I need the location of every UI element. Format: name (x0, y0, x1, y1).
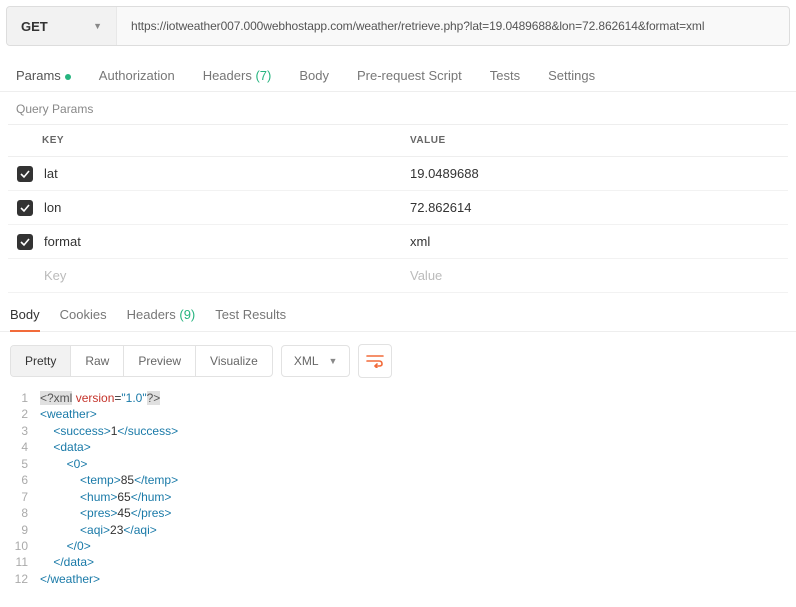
chevron-down-icon: ▼ (329, 356, 338, 366)
line-number: 8 (10, 505, 40, 521)
response-toolbar: Pretty Raw Preview Visualize XML ▼ (0, 332, 796, 390)
line-content: <weather> (40, 406, 97, 422)
resp-tab-headers[interactable]: Headers (9) (127, 307, 196, 331)
url-text: https://iotweather007.000webhostapp.com/… (131, 19, 704, 33)
code-line: 11 </data> (10, 554, 786, 570)
checkbox[interactable] (17, 166, 33, 182)
resp-tab-body[interactable]: Body (10, 307, 40, 332)
view-raw[interactable]: Raw (71, 346, 124, 376)
line-number: 3 (10, 423, 40, 439)
view-pretty[interactable]: Pretty (11, 346, 71, 376)
tab-authorization[interactable]: Authorization (99, 68, 175, 83)
tab-tests[interactable]: Tests (490, 68, 520, 83)
code-line: 1<?xml version="1.0"?> (10, 390, 786, 406)
code-line: 12</weather> (10, 571, 786, 587)
wrap-icon (366, 354, 384, 368)
line-content: </0> (40, 538, 91, 554)
line-number: 11 (10, 554, 40, 570)
code-line: 2<weather> (10, 406, 786, 422)
tab-body[interactable]: Body (299, 68, 329, 83)
param-value-input[interactable]: xml (400, 226, 788, 257)
code-line: 9 <aqi>23</aqi> (10, 522, 786, 538)
method-label: GET (21, 19, 48, 34)
line-number: 2 (10, 406, 40, 422)
view-mode-group: Pretty Raw Preview Visualize (10, 345, 273, 377)
param-key-input[interactable]: format (42, 226, 400, 257)
chevron-down-icon: ▼ (93, 21, 102, 31)
code-line: 7 <hum>65</hum> (10, 489, 786, 505)
resp-tab-testresults[interactable]: Test Results (215, 307, 286, 331)
response-tabs: Body Cookies Headers (9) Test Results (0, 293, 796, 332)
format-select[interactable]: XML ▼ (281, 345, 351, 377)
view-visualize[interactable]: Visualize (196, 346, 272, 376)
line-number: 5 (10, 456, 40, 472)
tab-settings[interactable]: Settings (548, 68, 595, 83)
line-number: 10 (10, 538, 40, 554)
line-content: <0> (40, 456, 87, 472)
table-row: lat 19.0489688 (8, 157, 788, 191)
param-value-input[interactable]: 72.862614 (400, 192, 788, 223)
code-line: 10 </0> (10, 538, 786, 554)
line-content: <success>1</success> (40, 423, 178, 439)
tab-prerequest[interactable]: Pre-request Script (357, 68, 462, 83)
response-body[interactable]: 1<?xml version="1.0"?>2<weather>3 <succe… (0, 390, 796, 607)
code-line: 8 <pres>45</pres> (10, 505, 786, 521)
table-header: KEY VALUE (8, 124, 788, 157)
tab-params[interactable]: Params (16, 68, 71, 83)
code-line: 3 <success>1</success> (10, 423, 786, 439)
line-content: <?xml version="1.0"?> (40, 390, 160, 406)
line-number: 7 (10, 489, 40, 505)
line-content: <pres>45</pres> (40, 505, 171, 521)
line-number: 1 (10, 390, 40, 406)
request-tabs: Params Authorization Headers (7) Body Pr… (0, 52, 796, 92)
line-number: 4 (10, 439, 40, 455)
code-line: 5 <0> (10, 456, 786, 472)
table-row: format xml (8, 225, 788, 259)
wrap-lines-button[interactable] (358, 344, 392, 378)
table-row: Key Value (8, 259, 788, 293)
line-content: <temp>85</temp> (40, 472, 178, 488)
param-key-input[interactable]: lon (42, 192, 400, 223)
line-number: 9 (10, 522, 40, 538)
param-key-input[interactable]: Key (42, 260, 400, 291)
line-content: <hum>65</hum> (40, 489, 171, 505)
param-value-input[interactable]: Value (400, 260, 788, 291)
param-value-input[interactable]: 19.0489688 (400, 158, 788, 189)
section-title: Query Params (0, 92, 796, 116)
method-select[interactable]: GET ▼ (7, 7, 117, 45)
table-row: lon 72.862614 (8, 191, 788, 225)
tab-headers[interactable]: Headers (7) (203, 68, 272, 83)
line-number: 6 (10, 472, 40, 488)
col-key: KEY (8, 125, 400, 156)
line-content: </weather> (40, 571, 100, 587)
view-preview[interactable]: Preview (124, 346, 196, 376)
line-content: <data> (40, 439, 91, 455)
dot-icon (65, 74, 71, 80)
line-content: </data> (40, 554, 94, 570)
checkbox[interactable] (17, 234, 33, 250)
params-table: KEY VALUE lat 19.0489688 lon 72.862614 f… (8, 124, 788, 293)
url-input[interactable]: https://iotweather007.000webhostapp.com/… (117, 7, 789, 45)
col-value: VALUE (400, 125, 788, 156)
code-line: 6 <temp>85</temp> (10, 472, 786, 488)
code-line: 4 <data> (10, 439, 786, 455)
checkbox[interactable] (17, 200, 33, 216)
param-key-input[interactable]: lat (42, 158, 400, 189)
resp-tab-cookies[interactable]: Cookies (60, 307, 107, 331)
request-bar: GET ▼ https://iotweather007.000webhostap… (6, 6, 790, 46)
line-number: 12 (10, 571, 40, 587)
line-content: <aqi>23</aqi> (40, 522, 157, 538)
